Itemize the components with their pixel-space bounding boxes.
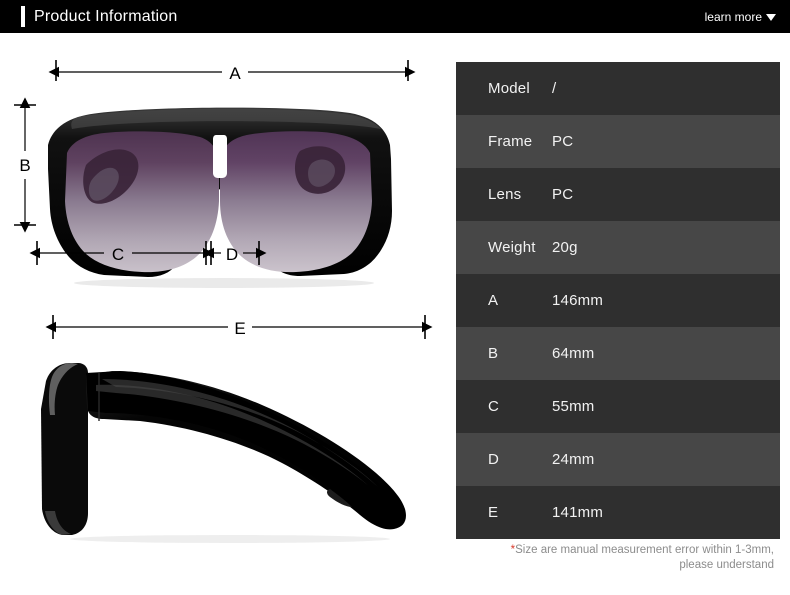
table-row: E 141mm xyxy=(456,486,780,539)
table-row: Frame PC xyxy=(456,115,780,168)
sunglasses-dimension-diagram: A B C D E xyxy=(14,60,433,543)
chevron-down-icon xyxy=(766,13,776,21)
spec-value: 146mm xyxy=(552,292,604,309)
spec-label: Weight xyxy=(488,239,536,256)
spec-value: / xyxy=(552,80,557,97)
table-row: Lens PC xyxy=(456,168,780,221)
page-header: Product Information learn more xyxy=(0,0,790,33)
spec-value: 55mm xyxy=(552,398,595,415)
learn-more-button[interactable]: learn more xyxy=(705,9,776,25)
sunglasses-side-view xyxy=(41,363,406,543)
table-row: D 24mm xyxy=(456,433,780,486)
learn-more-label: learn more xyxy=(704,10,762,24)
note-text-1: Size are manual measurement error within… xyxy=(515,544,774,556)
spec-value: PC xyxy=(552,186,574,203)
spec-value: 24mm xyxy=(552,451,595,468)
spec-label: C xyxy=(488,398,500,415)
spec-label: Lens xyxy=(488,186,522,203)
product-diagram-panel: A B C D E xyxy=(0,33,452,595)
spec-label: B xyxy=(488,345,499,362)
table-row: C 55mm xyxy=(456,380,780,433)
spec-value: PC xyxy=(552,133,574,150)
page-title: Product Information xyxy=(34,8,178,25)
dimension-a: A xyxy=(48,60,416,83)
spec-table: Model / Frame PC Lens PC Weight 20g A 14… xyxy=(456,62,780,539)
measurement-note: *Size are manual measurement error withi… xyxy=(456,543,780,573)
spec-label: Frame xyxy=(488,133,533,150)
table-row: A 146mm xyxy=(456,274,780,327)
svg-text:C: C xyxy=(112,245,124,264)
spec-label: D xyxy=(488,451,500,468)
header-accent-bar xyxy=(21,6,25,27)
spec-label: Model xyxy=(488,80,530,97)
spec-value: 64mm xyxy=(552,345,595,362)
note-line-1: *Size are manual measurement error withi… xyxy=(456,543,774,558)
svg-text:E: E xyxy=(234,319,245,338)
sunglasses-front-view xyxy=(48,107,392,288)
dimension-b: B xyxy=(14,97,36,233)
svg-text:B: B xyxy=(19,156,30,175)
table-row: Model / xyxy=(456,62,780,115)
svg-text:D: D xyxy=(226,245,238,264)
dimension-e: E xyxy=(45,315,433,339)
spec-value: 20g xyxy=(552,239,578,256)
spec-label: E xyxy=(488,504,499,521)
note-line-2: please understand xyxy=(679,559,774,571)
table-row: Weight 20g xyxy=(456,221,780,274)
spec-label: A xyxy=(488,292,499,309)
spec-value: 141mm xyxy=(552,504,604,521)
svg-text:A: A xyxy=(229,64,241,83)
table-row: B 64mm xyxy=(456,327,780,380)
